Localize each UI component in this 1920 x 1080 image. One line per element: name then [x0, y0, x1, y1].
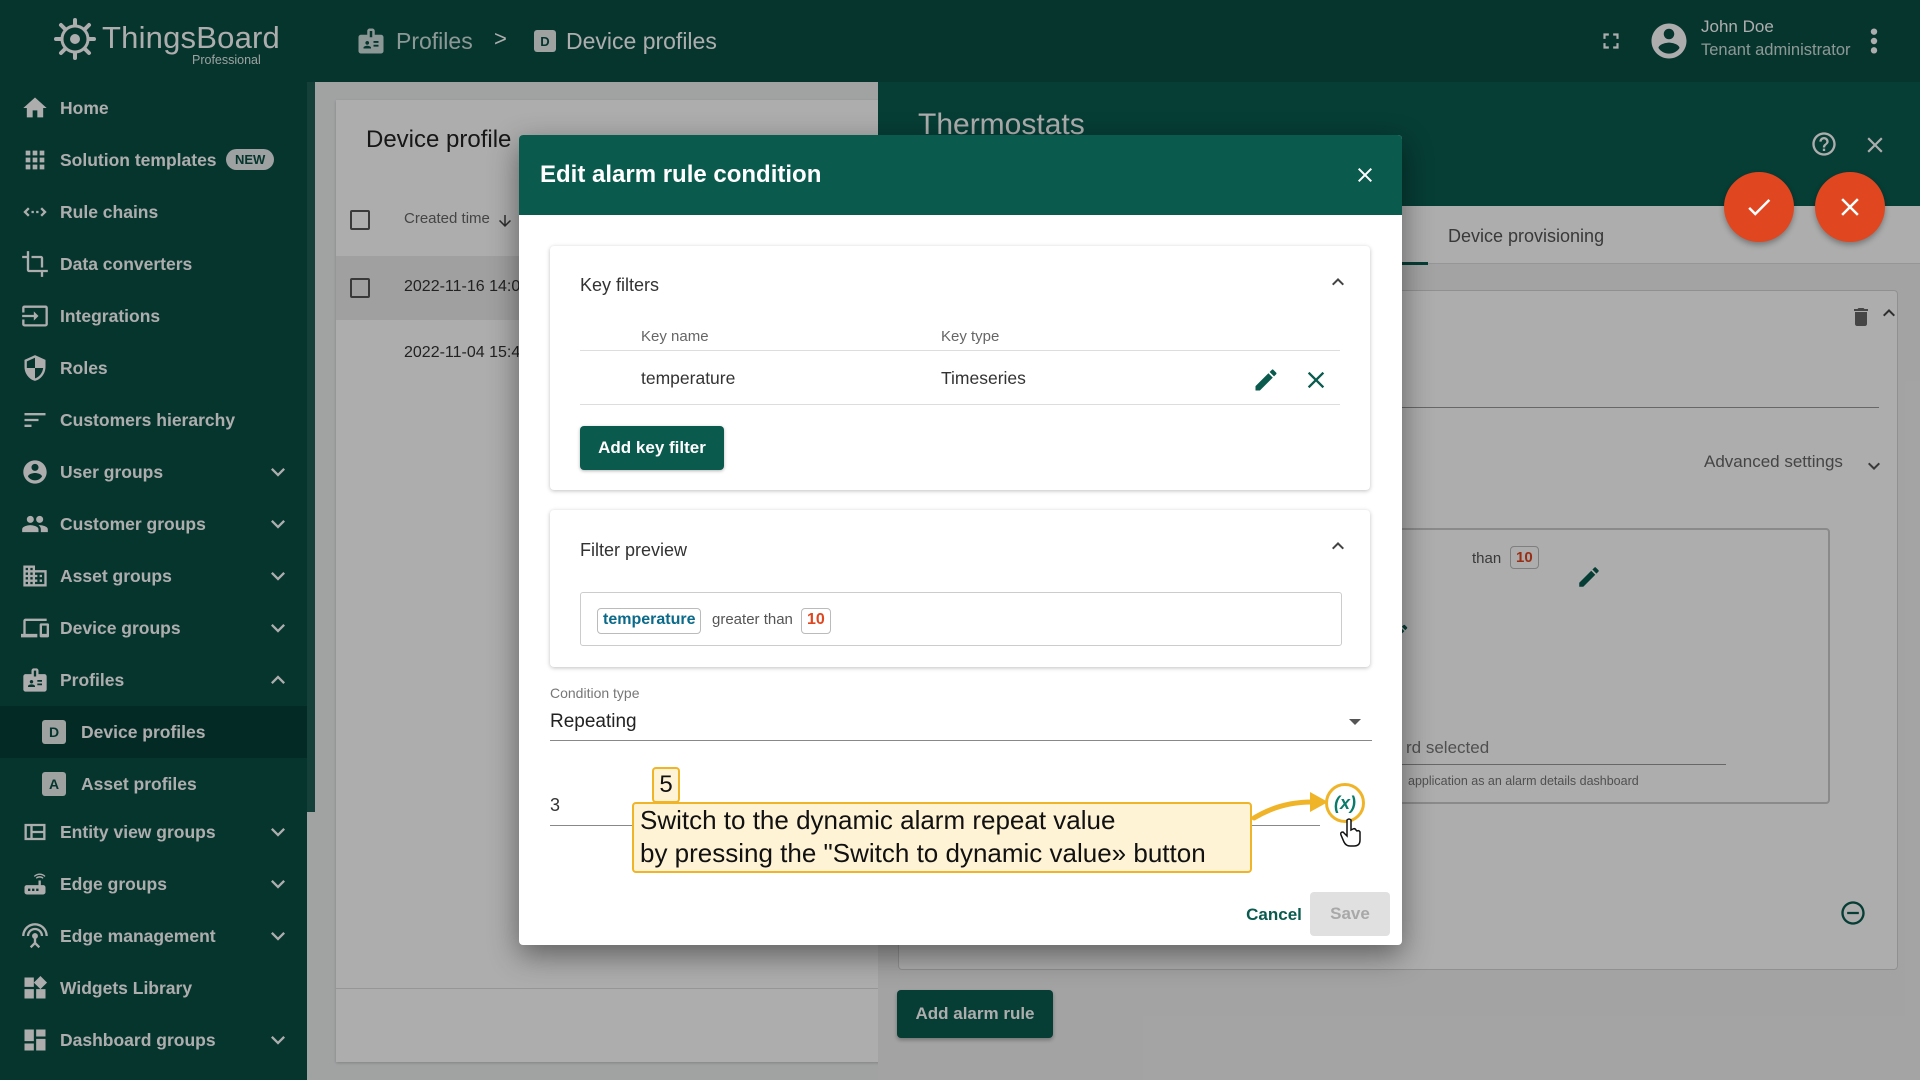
- filter-preview-box: temperature greater than 10: [580, 592, 1342, 646]
- tutorial-text-line-1: Switch to the dynamic alarm repeat value: [640, 805, 1116, 835]
- repeat-count-input[interactable]: 3: [550, 795, 560, 816]
- key-name-cell: temperature: [641, 368, 736, 388]
- tutorial-callout: Switch to the dynamic alarm repeat value…: [632, 802, 1252, 873]
- condition-type-label: Condition type: [550, 685, 640, 701]
- add-key-filter-button[interactable]: Add key filter: [580, 426, 724, 470]
- tutorial-text-line-2: by pressing the "Switch to dynamic value…: [640, 838, 1206, 868]
- chevron-up-icon[interactable]: [1326, 534, 1350, 558]
- preview-operation: greater than: [712, 611, 793, 628]
- dropdown-arrow-icon[interactable]: [1349, 719, 1361, 725]
- preview-value-chip: 10: [801, 608, 831, 634]
- condition-type-select[interactable]: Repeating: [550, 711, 637, 733]
- dialog-header: Edit alarm rule condition: [519, 135, 1402, 215]
- row-divider: [580, 404, 1340, 405]
- close-icon[interactable]: [1302, 366, 1330, 394]
- filter-preview-title: Filter preview: [580, 540, 688, 560]
- key-filters-title: Key filters: [580, 275, 660, 295]
- save-button[interactable]: Save: [1310, 892, 1390, 936]
- check-icon: [1748, 198, 1771, 216]
- header-divider: [580, 350, 1340, 351]
- tutorial-step-badge: 5: [652, 767, 680, 803]
- chevron-up-icon[interactable]: [1326, 270, 1350, 294]
- close-icon: [1841, 198, 1859, 216]
- apply-button[interactable]: [1724, 172, 1794, 242]
- preview-key-chip: temperature: [597, 608, 702, 634]
- edit-icon[interactable]: [1252, 366, 1280, 394]
- switch-to-dynamic-value-button[interactable]: (x): [1325, 783, 1365, 823]
- dialog-title: Edit alarm rule condition: [540, 161, 822, 188]
- condition-type-underline: [550, 740, 1372, 741]
- discard-button[interactable]: [1815, 172, 1885, 242]
- filter-preview-panel: Filter preview temperature greater than …: [550, 510, 1370, 667]
- key-filters-panel: Key filters Key name Key type temperatur…: [550, 246, 1370, 490]
- column-key-type: Key type: [941, 328, 1000, 345]
- tutorial-arrow-icon: [1251, 792, 1328, 821]
- hand-cursor-icon: [1340, 818, 1361, 847]
- column-key-name: Key name: [641, 328, 709, 345]
- key-type-cell: Timeseries: [941, 368, 1026, 388]
- close-icon[interactable]: [1353, 163, 1377, 187]
